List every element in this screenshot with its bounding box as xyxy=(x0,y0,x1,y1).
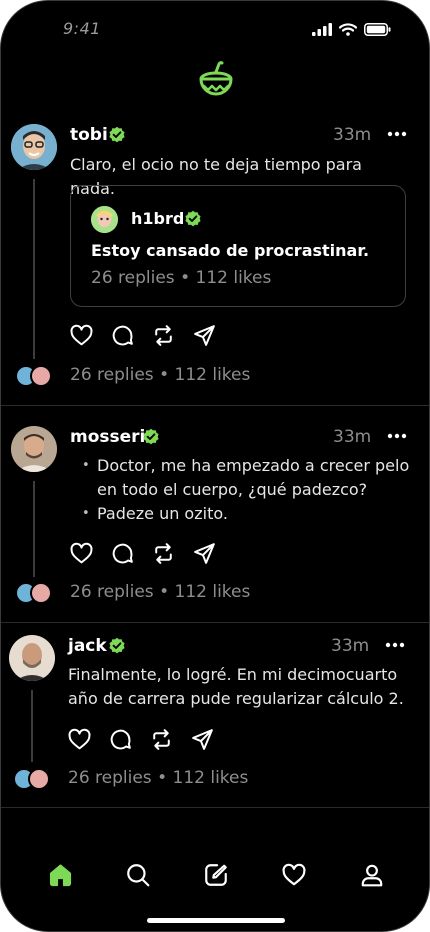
reply-icon[interactable] xyxy=(108,727,133,752)
repost-icon[interactable] xyxy=(151,541,176,566)
repost-icon[interactable] xyxy=(149,727,174,752)
quoted-post[interactable]: h1brd Estoy cansado de procrastinar. 26 … xyxy=(70,185,406,307)
tab-profile[interactable] xyxy=(358,861,386,889)
wifi-icon xyxy=(339,23,357,36)
quoted-avatar xyxy=(91,206,118,233)
app-logo-icon xyxy=(199,61,233,96)
tab-compose[interactable] xyxy=(202,861,230,889)
reply-avatars xyxy=(15,365,52,387)
avatar-portrait-icon xyxy=(11,124,57,170)
post-actions xyxy=(69,541,217,566)
thread-line xyxy=(33,481,35,577)
avatar[interactable] xyxy=(11,124,57,170)
post-actions xyxy=(67,727,215,752)
verified-badge-icon xyxy=(109,126,125,143)
quoted-stats: 26 replies • 112 likes xyxy=(91,268,272,288)
post-time: 33m xyxy=(331,636,370,656)
reply-icon[interactable] xyxy=(110,323,135,348)
repost-icon[interactable] xyxy=(151,323,176,348)
reply-avatar xyxy=(30,582,52,604)
post-time: 33m xyxy=(333,125,372,145)
share-icon[interactable] xyxy=(190,727,215,752)
post-username[interactable]: tobi xyxy=(70,125,108,145)
home-icon xyxy=(49,864,71,887)
post-bullet-list: Doctor, me ha empezado a crecer pelo en … xyxy=(80,454,410,526)
phone-screen: 9:41 tobi 33m Claro, el ocio no te deja … xyxy=(0,0,430,932)
avatar-portrait-icon xyxy=(11,426,57,472)
home-indicator[interactable] xyxy=(147,918,285,923)
avatar-portrait-icon xyxy=(9,635,55,681)
more-options-icon[interactable] xyxy=(387,433,407,439)
post-actions xyxy=(69,323,217,348)
quoted-username[interactable]: h1brd xyxy=(131,209,184,228)
like-icon[interactable] xyxy=(67,727,92,752)
bullet-item: Padeze un ozito. xyxy=(80,502,410,526)
tab-search[interactable] xyxy=(124,861,152,889)
avatar[interactable] xyxy=(9,635,55,681)
quoted-text: Estoy cansado de procrastinar. xyxy=(91,241,370,260)
post-time: 33m xyxy=(333,427,372,447)
more-options-icon[interactable] xyxy=(387,131,407,137)
thread-line xyxy=(33,179,35,359)
profile-icon xyxy=(361,864,383,887)
like-icon[interactable] xyxy=(69,323,94,348)
reply-avatar xyxy=(28,768,50,790)
status-icons xyxy=(312,23,391,36)
verified-badge-icon xyxy=(143,428,159,445)
reply-avatars xyxy=(15,582,52,604)
post-stats: 26 replies • 112 likes xyxy=(70,365,251,385)
search-icon xyxy=(127,864,150,887)
thread-line xyxy=(31,690,33,762)
verified-badge-icon xyxy=(185,210,201,227)
reply-icon[interactable] xyxy=(110,541,135,566)
tab-home[interactable] xyxy=(46,861,74,889)
verified-badge-icon xyxy=(109,637,125,654)
post-username[interactable]: jack xyxy=(68,636,107,656)
status-time: 9:41 xyxy=(63,19,101,38)
battery-icon xyxy=(364,23,391,36)
compose-icon xyxy=(205,864,227,886)
tab-bar xyxy=(1,847,429,903)
bullet-item: Doctor, me ha empezado a crecer pelo en … xyxy=(80,454,410,502)
post-text: Finalmente, lo logré. En mi decimocuarto… xyxy=(68,665,404,708)
quoted-avatar-portrait-icon xyxy=(91,206,118,233)
tab-activity[interactable] xyxy=(280,861,308,889)
share-icon[interactable] xyxy=(192,323,217,348)
share-icon[interactable] xyxy=(192,541,217,566)
post-divider xyxy=(1,622,429,623)
reply-avatars xyxy=(13,768,50,790)
like-icon[interactable] xyxy=(69,541,94,566)
signal-icon xyxy=(312,23,332,36)
post-username[interactable]: mosseri xyxy=(70,427,145,447)
post-divider xyxy=(1,807,429,808)
avatar[interactable] xyxy=(11,426,57,472)
more-options-icon[interactable] xyxy=(385,642,405,648)
post-divider xyxy=(1,405,429,406)
status-bar: 9:41 xyxy=(1,1,429,53)
post-stats: 26 replies • 112 likes xyxy=(68,768,249,788)
post-stats: 26 replies • 112 likes xyxy=(70,582,251,602)
reply-avatar xyxy=(30,365,52,387)
heart-icon xyxy=(282,863,306,886)
